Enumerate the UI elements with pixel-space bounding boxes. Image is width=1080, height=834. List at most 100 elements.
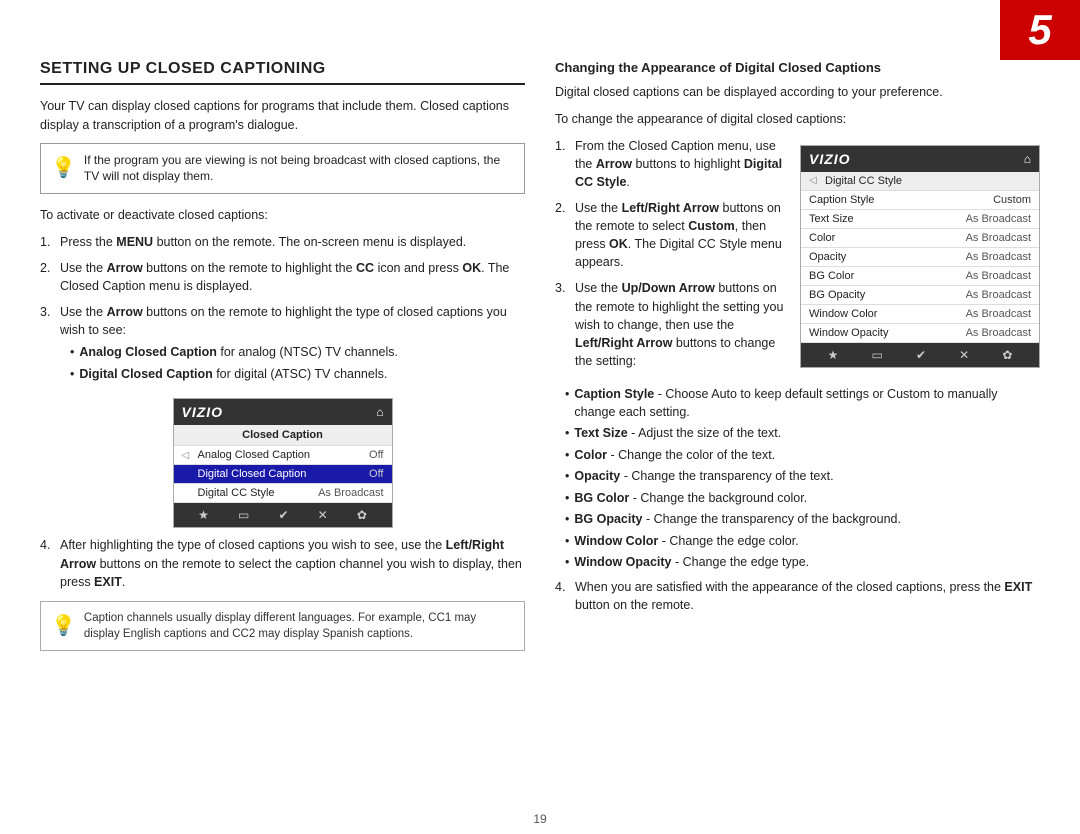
label-bg-color: BG Color — [809, 270, 966, 282]
page-chapter-number: 5 — [1028, 6, 1051, 54]
bullet-opacity: Opacity - Change the transparency of the… — [565, 468, 1040, 486]
tv-right-row-6: BG Opacity As Broadcast — [801, 286, 1039, 305]
label-digital-cc: Digital CC Style — [198, 487, 319, 499]
footer-icon-star: ★ — [198, 508, 209, 522]
tv-section-title-left: Closed Caption — [174, 425, 392, 446]
value-window-opacity: As Broadcast — [966, 327, 1031, 339]
tv-right-container: VIZIO ⌂ ◁ Digital CC Style Caption Style… — [800, 145, 1040, 368]
tv-right-row-7: Window Color As Broadcast — [801, 305, 1039, 324]
bullet-bg-color: BG Color - Change the background color. — [565, 490, 1040, 508]
step-4: 4. After highlighting the type of closed… — [40, 536, 525, 590]
section-heading: SETTING UP CLOSED CAPTIONING — [40, 60, 525, 85]
bullet-color: Color - Change the color of the text. — [565, 447, 1040, 465]
note-box-text: Caption channels usually display differe… — [84, 610, 514, 642]
value-digital: Off — [369, 468, 383, 480]
bullet-analog: Analog Closed Caption for analog (NTSC) … — [70, 344, 525, 362]
right-heading: Changing the Appearance of Digital Close… — [555, 60, 1040, 75]
bulb-icon: 💡 — [51, 154, 76, 182]
tv-right-section: Digital CC Style — [825, 175, 1031, 187]
tv-right-row-4: Opacity As Broadcast — [801, 248, 1039, 267]
value-caption-style: Custom — [993, 194, 1031, 206]
tv-footer-left: ★ ▭ ✔ ✕ ✿ — [174, 503, 392, 527]
label-text-size: Text Size — [809, 213, 966, 225]
footer-r-gear: ✿ — [1002, 348, 1012, 362]
info-box-text: If the program you are viewing is not be… — [84, 152, 514, 186]
tv-row-analog: ◁ Analog Closed Caption Off — [174, 446, 392, 465]
value-digital-cc: As Broadcast — [318, 487, 383, 499]
left-column: SETTING UP CLOSED CAPTIONING Your TV can… — [40, 60, 525, 804]
value-bg-opacity: As Broadcast — [966, 289, 1031, 301]
value-text-size: As Broadcast — [966, 213, 1031, 225]
vizio-logo-left: VIZIO — [182, 404, 224, 420]
right-text: 1. From the Closed Caption menu, use the… — [555, 137, 788, 381]
tv-row-digital-cc: Digital CC Style As Broadcast — [174, 484, 392, 503]
label-window-opacity: Window Opacity — [809, 327, 966, 339]
value-bg-color: As Broadcast — [966, 270, 1031, 282]
info-box: 💡 If the program you are viewing is not … — [40, 143, 525, 195]
value-opacity: As Broadcast — [966, 251, 1031, 263]
tv-right-row-5: BG Color As Broadcast — [801, 267, 1039, 286]
content-area: SETTING UP CLOSED CAPTIONING Your TV can… — [40, 60, 1040, 804]
bullet-window-opacity: Window Opacity - Change the edge type. — [565, 554, 1040, 572]
label-opacity: Opacity — [809, 251, 966, 263]
label-digital: Digital Closed Caption — [198, 468, 370, 480]
tv-mock-left: VIZIO ⌂ Closed Caption ◁ Analog Closed C… — [173, 398, 393, 528]
step2-bold: Arrow — [107, 261, 143, 275]
step-1: 1. Press the MENU button on the remote. … — [40, 233, 525, 251]
label-caption-style: Caption Style — [809, 194, 993, 206]
right-intro1: Digital closed captions can be displayed… — [555, 83, 1040, 102]
step1-bold: MENU — [116, 235, 153, 249]
tv-right-title-row: ◁ Digital CC Style — [801, 172, 1039, 191]
home-icon-left: ⌂ — [376, 405, 383, 419]
right-steps-list: 1. From the Closed Caption menu, use the… — [555, 137, 788, 371]
footer-r-check: ✔ — [916, 348, 926, 362]
page-container: 5 SETTING UP CLOSED CAPTIONING Your TV c… — [0, 0, 1080, 834]
bullet-text-size: Text Size - Adjust the size of the text. — [565, 425, 1040, 443]
right-step-4: 4. When you are satisfied with the appea… — [555, 578, 1040, 614]
bullet-bg-opacity: BG Opacity - Change the transparency of … — [565, 511, 1040, 529]
value-analog: Off — [369, 449, 383, 461]
footer-icon-gear: ✿ — [357, 508, 367, 522]
right-step-1: 1. From the Closed Caption menu, use the… — [555, 137, 788, 191]
step-2: 2. Use the Arrow buttons on the remote t… — [40, 259, 525, 295]
tv-right-row-3: Color As Broadcast — [801, 229, 1039, 248]
footer-r-rect: ▭ — [871, 348, 882, 362]
footer-r-star: ★ — [828, 348, 839, 362]
tv-right-row-1: Caption Style Custom — [801, 191, 1039, 210]
footer-r-x: ✕ — [959, 348, 969, 362]
tv-row-digital: Digital Closed Caption Off — [174, 465, 392, 484]
tv-footer-right: ★ ▭ ✔ ✕ ✿ — [801, 343, 1039, 367]
right-step4-list: 4. When you are satisfied with the appea… — [555, 578, 1040, 614]
tv-mock-right: VIZIO ⌂ ◁ Digital CC Style Caption Style… — [800, 137, 1040, 381]
label-window-color: Window Color — [809, 308, 966, 320]
right-step-3: 3. Use the Up/Down Arrow buttons on the … — [555, 279, 788, 370]
right-step3-bullets: Caption Style - Choose Auto to keep defa… — [555, 386, 1040, 572]
activate-text: To activate or deactivate closed caption… — [40, 206, 525, 225]
value-window-color: As Broadcast — [966, 308, 1031, 320]
step2-bold2: CC — [356, 261, 374, 275]
right-intro2: To change the appearance of digital clos… — [555, 110, 1040, 129]
tv-header-left: VIZIO ⌂ — [174, 399, 392, 425]
bullet-caption-style: Caption Style - Choose Auto to keep defa… — [565, 386, 1040, 421]
step3-bullets: Analog Closed Caption for analog (NTSC) … — [60, 344, 525, 383]
label-bg-opacity: BG Opacity — [809, 289, 966, 301]
intro-paragraph: Your TV can display closed captions for … — [40, 97, 525, 135]
footer-icon-x: ✕ — [318, 508, 328, 522]
label-analog: Analog Closed Caption — [198, 449, 370, 461]
page-number: 19 — [533, 812, 546, 826]
right-column: Changing the Appearance of Digital Close… — [555, 60, 1040, 804]
home-icon-right: ⌂ — [1024, 152, 1031, 166]
footer-icon-rect: ▭ — [238, 508, 249, 522]
corner-badge: 5 — [1000, 0, 1080, 60]
right-layout: 1. From the Closed Caption menu, use the… — [555, 137, 1040, 381]
tv-right-arrow: ◁ — [809, 175, 825, 186]
right-step-2: 2. Use the Left/Right Arrow buttons on t… — [555, 199, 788, 272]
footer-icon-check: ✔ — [278, 508, 288, 522]
note-box: 💡 Caption channels usually display diffe… — [40, 601, 525, 651]
vizio-logo-right: VIZIO — [809, 151, 851, 167]
tv-right-row-8: Window Opacity As Broadcast — [801, 324, 1039, 343]
label-color: Color — [809, 232, 966, 244]
steps-list: 1. Press the MENU button on the remote. … — [40, 233, 525, 389]
tv-header-right: VIZIO ⌂ — [801, 146, 1039, 172]
step3-bold: Arrow — [107, 305, 143, 319]
